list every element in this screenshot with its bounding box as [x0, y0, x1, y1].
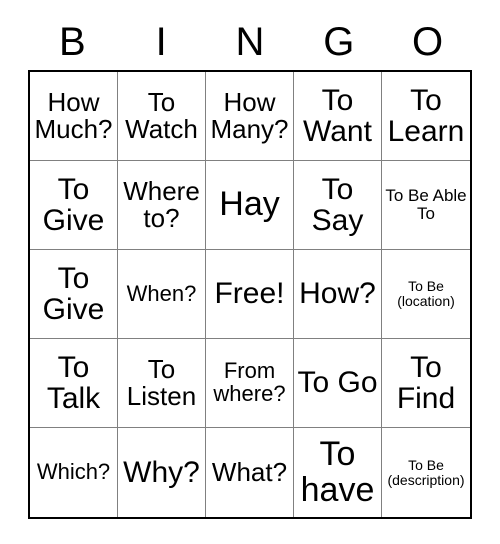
bingo-cell-label: To have [300, 435, 375, 509]
bingo-cell-label: To Give [42, 261, 105, 326]
bingo-cell-label: Which? [36, 459, 111, 485]
bingo-cell[interactable]: How? [294, 250, 382, 339]
bingo-cell-label: Why? [123, 455, 200, 489]
bingo-cell-label: How Many? [210, 86, 289, 144]
bingo-header-letter-b: B [59, 20, 86, 64]
bingo-cell[interactable]: To Say [294, 161, 382, 250]
bingo-cell[interactable]: Where to? [118, 161, 206, 250]
bingo-cell-label: To Watch [125, 86, 198, 144]
bingo-cell-label: To Give [42, 172, 105, 237]
bingo-cell[interactable]: To Give [30, 250, 118, 339]
bingo-header-letter-i: I [155, 20, 167, 64]
bingo-cell-label: To Be (location) [397, 278, 455, 309]
bingo-card: BINGO How Much? To Watch How Many? To Want T… [28, 14, 472, 519]
bingo-cell-label: To Talk [46, 350, 101, 415]
bingo-cell[interactable]: To Be (location) [382, 250, 470, 339]
bingo-cell-label: To Want [303, 83, 372, 148]
bingo-cell[interactable]: Why? [118, 428, 206, 517]
bingo-cell-label: To Say [311, 172, 364, 237]
bingo-cell[interactable]: To Find [382, 339, 470, 428]
bingo-header-row: BINGO [28, 14, 472, 70]
bingo-cell-label: To Learn [387, 83, 465, 148]
bingo-cell[interactable]: Hay [206, 161, 294, 250]
bingo-cell[interactable]: When? [118, 250, 206, 339]
bingo-cell-label: How Much? [34, 86, 113, 144]
bingo-cell[interactable]: Free! [206, 250, 294, 339]
bingo-cell[interactable]: To Want [294, 72, 382, 161]
bingo-cell-label: How? [299, 277, 376, 311]
bingo-cell[interactable]: To Go [294, 339, 382, 428]
bingo-cell[interactable]: To Give [30, 161, 118, 250]
bingo-cell-label: To Be (description) [387, 456, 465, 488]
bingo-cell-label: When? [126, 280, 197, 306]
bingo-cell-label: Where to? [123, 175, 200, 233]
bingo-cell[interactable]: To Be (description) [382, 428, 470, 517]
bingo-cell[interactable]: To Talk [30, 339, 118, 428]
bingo-cell[interactable]: How Many? [206, 72, 294, 161]
bingo-cell[interactable]: From where? [206, 339, 294, 428]
bingo-cell[interactable]: To Watch [118, 72, 206, 161]
bingo-cell[interactable]: To Learn [382, 72, 470, 161]
bingo-cell[interactable]: How Much? [30, 72, 118, 161]
bingo-cell-label: To Be Able To [385, 186, 467, 223]
bingo-cell[interactable]: To Be Able To [382, 161, 470, 250]
bingo-cell-label: Free! [214, 277, 285, 311]
bingo-cell-label: To Go [297, 366, 378, 400]
bingo-cell-label: Hay [219, 185, 280, 224]
bingo-cell-label: To Listen [126, 353, 197, 411]
bingo-grid: How Much? To Watch How Many? To Want To Lear… [28, 70, 472, 519]
bingo-cell-label: To Find [396, 350, 456, 415]
bingo-cell-label: What? [211, 456, 288, 487]
bingo-cell-label: From where? [213, 358, 286, 406]
bingo-cell[interactable]: To have [294, 428, 382, 517]
bingo-header-letter-g: G [323, 20, 355, 64]
bingo-cell[interactable]: Which? [30, 428, 118, 517]
bingo-header-letter-n: N [235, 20, 265, 64]
bingo-cell[interactable]: What? [206, 428, 294, 517]
bingo-cell[interactable]: To Listen [118, 339, 206, 428]
bingo-header-letter-o: O [412, 20, 444, 64]
